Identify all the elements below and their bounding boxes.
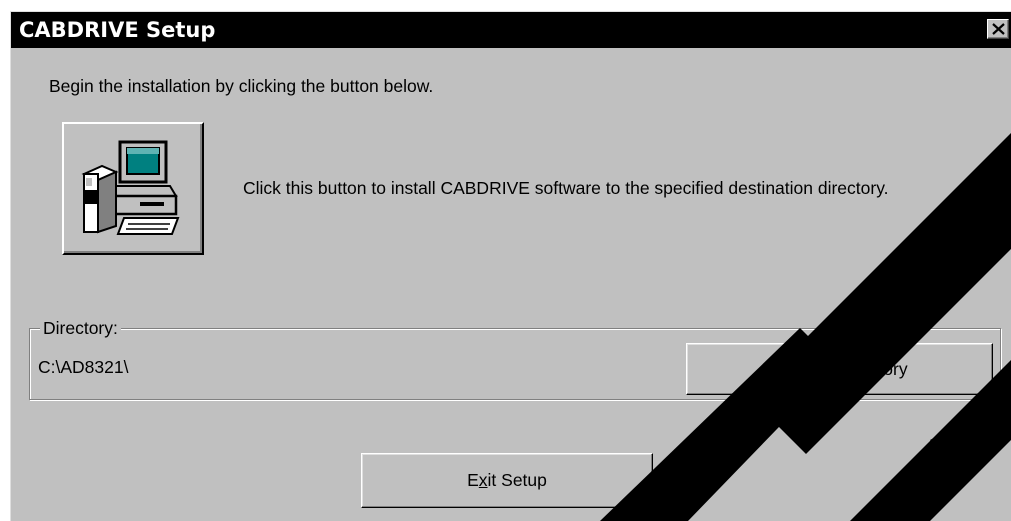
setup-window: CABDRIVE Setup Begin the installation by… [10, 11, 1011, 521]
window-title: CABDRIVE Setup [19, 18, 216, 42]
change-directory-mnemonic: C [771, 358, 785, 379]
install-button[interactable] [62, 122, 204, 255]
directory-group: Directory: C:\AD8321\ Change Directory [29, 318, 1001, 400]
exit-label-before: E [467, 470, 479, 490]
intro-text: Begin the installation by clicking the b… [49, 76, 434, 96]
change-directory-label-after: hange Directory [784, 358, 908, 379]
computer-setup-icon [81, 140, 180, 235]
title-bar[interactable]: CABDRIVE Setup [11, 12, 1011, 48]
change-directory-button[interactable]: Change Directory [686, 343, 993, 395]
close-icon [992, 23, 1005, 35]
directory-label: Directory: [40, 318, 121, 339]
install-description: Click this button to install CABDRIVE so… [243, 178, 889, 198]
directory-path: C:\AD8321\ [38, 357, 129, 377]
exit-setup-button[interactable]: Ex it Setup [361, 453, 653, 508]
exit-label-after: it Setup [487, 470, 547, 490]
close-button[interactable] [987, 19, 1009, 39]
exit-mnemonic: x [478, 470, 488, 490]
